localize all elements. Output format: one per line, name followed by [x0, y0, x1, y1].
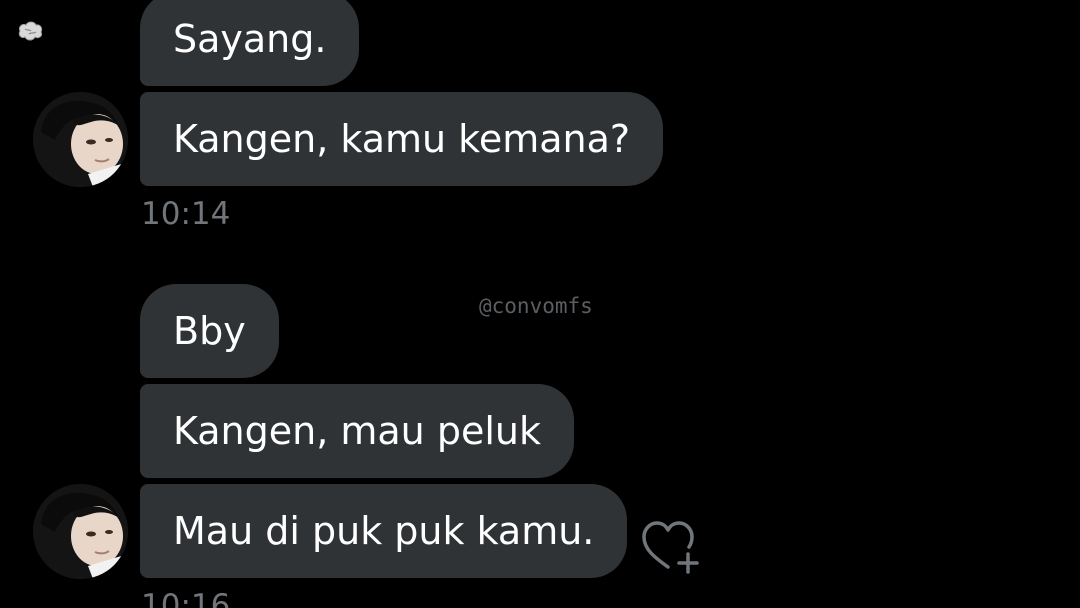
dm-conversation: Sayang. Kangen, kamu kemana? 10:14 @conv…: [0, 0, 1080, 608]
message-text: Bby: [173, 309, 246, 353]
message-text: Mau di puk puk kamu.: [173, 509, 595, 553]
brain-icon: [18, 21, 43, 41]
message-bubble[interactable]: Mau di puk puk kamu.: [140, 484, 628, 578]
message-bubble[interactable]: Kangen, kamu kemana?: [140, 92, 664, 186]
message-text: Sayang.: [173, 17, 327, 61]
avatar-image: [33, 484, 128, 579]
message-bubble[interactable]: Bby: [140, 284, 279, 378]
message-text: Kangen, kamu kemana?: [173, 117, 631, 161]
avatar[interactable]: [33, 484, 128, 579]
message-bubble[interactable]: Sayang.: [140, 0, 360, 86]
timestamp: 10:16: [141, 588, 231, 608]
heart-add-icon[interactable]: [640, 517, 706, 577]
message-bubble[interactable]: Kangen, mau peluk: [140, 384, 574, 478]
watermark: @convomfs: [479, 294, 593, 318]
avatar-image: [33, 92, 128, 187]
message-text: Kangen, mau peluk: [173, 409, 541, 453]
avatar[interactable]: [33, 92, 128, 187]
timestamp: 10:14: [141, 196, 231, 232]
